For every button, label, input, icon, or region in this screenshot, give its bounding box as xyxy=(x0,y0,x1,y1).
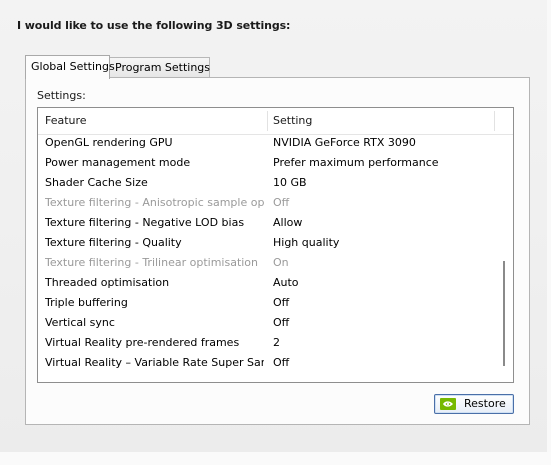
feature-cell: OpenGL rendering GPU xyxy=(45,136,173,149)
settings-row[interactable]: Texture filtering - Trilinear optimisati… xyxy=(38,253,500,273)
feature-cell: Virtual Reality – Variable Rate Super Sa… xyxy=(45,356,264,369)
tab-panel-global-settings: Settings: Feature Setting OpenGL renderi… xyxy=(25,77,530,425)
feature-cell: Texture filtering - Negative LOD bias xyxy=(45,216,245,229)
setting-cell[interactable]: 10 GB xyxy=(273,173,493,193)
restore-button-label: Restore xyxy=(464,397,506,410)
tab-program-settings[interactable]: Program Settings xyxy=(109,57,210,77)
page-heading: I would like to use the following 3D set… xyxy=(17,19,291,32)
settings-row[interactable]: Power management mode Prefer maximum perf… xyxy=(38,153,500,173)
vertical-scrollbar[interactable] xyxy=(496,135,512,381)
settings-row[interactable]: Texture filtering - Negative LOD bias All… xyxy=(38,213,500,233)
setting-cell[interactable]: Off xyxy=(273,353,493,373)
setting-cell[interactable]: Auto xyxy=(273,273,493,293)
settings-row[interactable]: Virtual Reality – Variable Rate Super Sa… xyxy=(38,353,500,373)
setting-cell[interactable]: Off xyxy=(273,313,493,333)
column-divider[interactable] xyxy=(494,111,495,131)
feature-cell: Triple buffering xyxy=(45,296,128,309)
setting-cell[interactable]: NVIDIA GeForce RTX 3090 xyxy=(273,133,493,153)
setting-cell[interactable]: Allow xyxy=(273,213,493,233)
settings-list[interactable]: Feature Setting OpenGL rendering GPU NVID… xyxy=(37,107,514,383)
settings-rows: OpenGL rendering GPU NVIDIA GeForce RTX 3… xyxy=(38,133,500,373)
nvidia-logo-icon xyxy=(440,398,456,410)
list-header: Feature Setting xyxy=(38,108,513,135)
panel-edge xyxy=(547,0,551,465)
settings-label: Settings: xyxy=(37,89,86,102)
tab-global-settings[interactable]: Global Settings xyxy=(25,55,115,79)
feature-cell: Threaded optimisation xyxy=(45,276,170,289)
settings-row[interactable]: OpenGL rendering GPU NVIDIA GeForce RTX 3… xyxy=(38,133,500,153)
feature-cell: Power management mode xyxy=(45,156,191,169)
setting-cell[interactable]: High quality xyxy=(273,233,493,253)
feature-cell: Texture filtering - Anisotropic sample o… xyxy=(45,196,264,209)
settings-row[interactable]: Texture filtering - Anisotropic sample o… xyxy=(38,193,500,213)
feature-cell: Shader Cache Size xyxy=(45,176,148,189)
column-header-feature[interactable]: Feature xyxy=(45,108,265,134)
scrollbar-thumb[interactable] xyxy=(503,261,505,366)
feature-cell: Vertical sync xyxy=(45,316,115,329)
column-divider[interactable] xyxy=(267,111,268,131)
restore-button[interactable]: Restore xyxy=(434,394,514,414)
settings-row[interactable]: Shader Cache Size 10 GB xyxy=(38,173,500,193)
settings-row[interactable]: Threaded optimisation Auto xyxy=(38,273,500,293)
settings-row[interactable]: Vertical sync Off xyxy=(38,313,500,333)
panel-bottom-strip xyxy=(0,452,551,465)
settings-row[interactable]: Texture filtering - Quality High quality xyxy=(38,233,500,253)
setting-cell[interactable]: Off xyxy=(273,193,493,213)
settings-row[interactable]: Virtual Reality pre-rendered frames 2 xyxy=(38,333,500,353)
feature-cell: Texture filtering - Quality xyxy=(45,236,182,249)
setting-cell[interactable]: Prefer maximum performance xyxy=(273,153,493,173)
settings-row[interactable]: Triple buffering Off xyxy=(38,293,500,313)
setting-cell[interactable]: Off xyxy=(273,293,493,313)
feature-cell: Texture filtering - Trilinear optimisati… xyxy=(45,256,259,269)
column-header-setting[interactable]: Setting xyxy=(273,108,493,134)
feature-cell: Virtual Reality pre-rendered frames xyxy=(45,336,240,349)
setting-cell[interactable]: On xyxy=(273,253,493,273)
setting-cell[interactable]: 2 xyxy=(273,333,493,353)
